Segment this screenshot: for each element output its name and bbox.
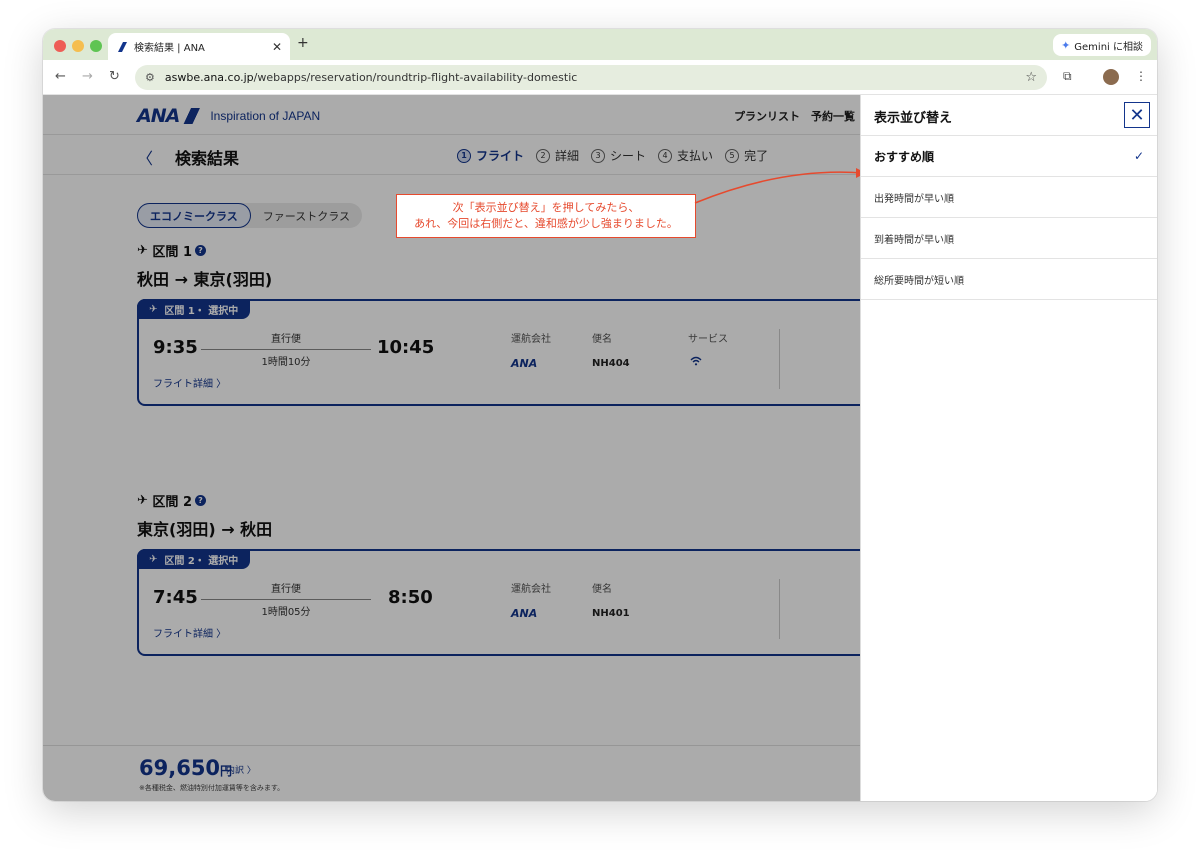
sort-option-departure[interactable]: 出発時間が早い順 bbox=[861, 177, 1157, 218]
menu-dots-icon[interactable]: ⋮ bbox=[1135, 69, 1147, 83]
annotation-line-2: あれ、今回は右側だと、違和感が少し強まりました。 bbox=[414, 217, 678, 230]
maximize-window-button[interactable] bbox=[90, 40, 102, 52]
sort-option-duration[interactable]: 総所要時間が短い順 bbox=[861, 259, 1157, 300]
url-text: aswbe.ana.co.jp/webapps/reservation/roun… bbox=[164, 71, 578, 84]
new-tab-button[interactable]: + bbox=[297, 35, 309, 51]
forward-arrow-icon[interactable]: → bbox=[82, 69, 93, 84]
sort-option-recommended[interactable]: おすすめ順 ✓ bbox=[861, 136, 1157, 177]
checkmark-icon: ✓ bbox=[1133, 149, 1144, 163]
close-window-button[interactable] bbox=[54, 40, 66, 52]
gemini-sparkle-icon: ✦ bbox=[1061, 38, 1071, 52]
tab-active[interactable]: 検索結果 | ANA ✕ bbox=[108, 33, 290, 60]
main-content: ANA Inspiration of JAPAN プランリスト 予約一覧 〈 検… bbox=[43, 95, 877, 801]
reload-icon[interactable]: ↻ bbox=[109, 69, 120, 84]
page-viewport: ANA Inspiration of JAPAN プランリスト 予約一覧 〈 検… bbox=[43, 95, 1157, 801]
browser-toolbar: ← → ↻ ⚙ aswbe.ana.co.jp/webapps/reservat… bbox=[43, 60, 1157, 95]
tab-close-icon[interactable]: ✕ bbox=[272, 40, 282, 54]
minimize-window-button[interactable] bbox=[72, 40, 84, 52]
profile-avatar[interactable] bbox=[1103, 69, 1119, 85]
browser-window: 検索結果 | ANA ✕ + ✦ Gemini に相談 ← → ↻ ⚙ aswb… bbox=[43, 29, 1157, 801]
gemini-label: Gemini に相談 bbox=[1074, 41, 1143, 53]
bookmark-star-icon[interactable]: ☆ bbox=[1025, 70, 1037, 85]
back-arrow-icon[interactable]: ← bbox=[55, 69, 66, 84]
tab-search-icon[interactable]: ⧉ bbox=[1063, 69, 1072, 84]
site-settings-icon[interactable]: ⚙ bbox=[145, 71, 155, 84]
tab-title: 検索結果 | ANA bbox=[134, 43, 205, 54]
sort-panel: 表示並び替え ✕ おすすめ順 ✓ 出発時間が早い順 到着時間が早い順 総所要時間… bbox=[860, 95, 1157, 801]
annotation-callout: 次「表示並び替え」を押してみたら、 あれ、今回は右側だと、違和感が少し強まりまし… bbox=[396, 194, 696, 238]
sort-panel-title: 表示並び替え bbox=[874, 111, 953, 126]
gemini-button[interactable]: ✦ Gemini に相談 bbox=[1053, 34, 1151, 56]
address-bar[interactable]: ⚙ aswbe.ana.co.jp/webapps/reservation/ro… bbox=[135, 65, 1047, 90]
ana-favicon-icon bbox=[116, 41, 128, 53]
sort-option-arrival[interactable]: 到着時間が早い順 bbox=[861, 218, 1157, 259]
close-icon[interactable]: ✕ bbox=[1124, 102, 1150, 128]
tab-strip: 検索結果 | ANA ✕ + ✦ Gemini に相談 bbox=[43, 29, 1157, 60]
annotation-line-1: 次「表示並び替え」を押してみたら、 bbox=[452, 201, 640, 214]
